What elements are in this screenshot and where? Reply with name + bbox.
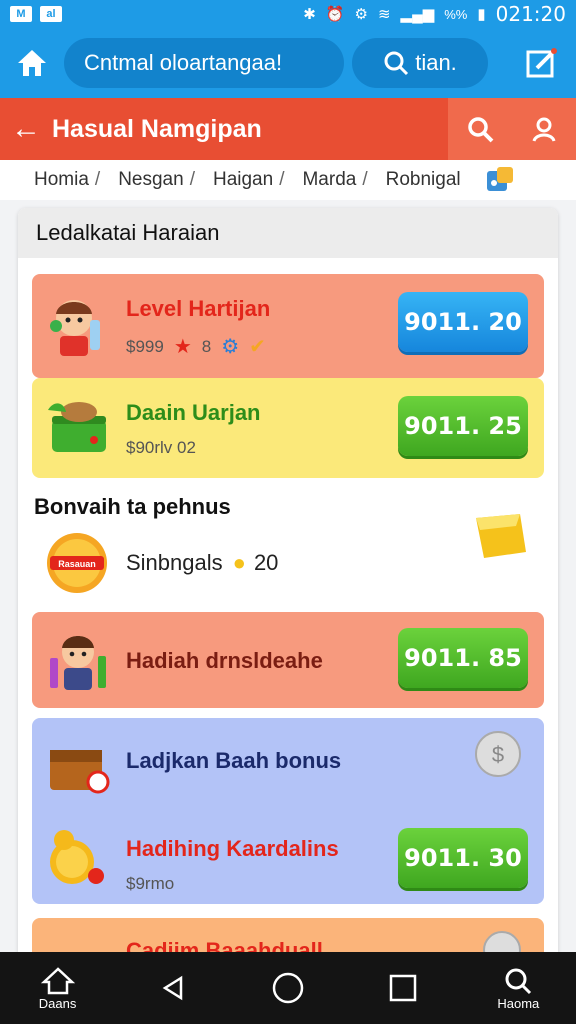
group-item-sub: $9rmo: [126, 874, 175, 893]
group-title: Ladjkan Baah bonus: [126, 748, 342, 773]
header-actions: [448, 98, 576, 160]
edit-icon: [526, 48, 557, 78]
card-name: Hadiah drnsldeahe: [126, 648, 323, 673]
nav-search-button[interactable]: Haoma: [473, 966, 563, 1011]
card-sub: $90rlv 02: [126, 438, 196, 457]
badge-medal-icon: Rasauan: [47, 533, 107, 593]
home-circle-icon: [272, 972, 304, 1004]
back-triangle-icon: [162, 975, 183, 1001]
claim-button-hadiah[interactable]: 9011. 85: [398, 628, 528, 688]
star-icon: ★: [173, 336, 192, 358]
bonus-count-value: 20: [253, 550, 279, 575]
image-notification-icon: al: [40, 6, 62, 22]
nav-recents-button[interactable]: [358, 973, 448, 1003]
bonus-signals-row: Rasauan Sinbngals ● 20: [44, 530, 278, 596]
badge-text: Rasauan: [58, 559, 96, 569]
app-title-text: Cntmal oloartangaa!: [84, 50, 283, 75]
nav-home-label: Daans: [38, 995, 77, 1011]
reward-card-hadiah: Hadiah drnsldeahe 9011. 85: [32, 612, 544, 708]
treasure-box-icon[interactable]: [470, 508, 530, 564]
treasure-chest-icon: [50, 750, 110, 794]
search-icon: [505, 968, 532, 994]
clock: 021:20: [495, 2, 566, 26]
settings-gear-icon: ⚙: [354, 6, 368, 23]
bluetooth-icon: ✱: [303, 6, 316, 23]
user-icon[interactable]: [530, 115, 558, 143]
search-label: tian.: [415, 50, 457, 75]
page-title: Hasual Namgipan: [52, 114, 262, 143]
page-header: ← Hasual Namgipan: [0, 98, 576, 160]
breadcrumb-item[interactable]: Robnigal: [386, 169, 461, 191]
app-title-field[interactable]: Cntmal oloartangaa!: [64, 38, 344, 88]
breadcrumb-item[interactable]: Haigan: [213, 169, 273, 191]
card-sub-extra: 8: [201, 336, 212, 356]
reward-card-bonus-group: Ladjkan Baah bonus $ Hadihing Kaardalins…: [32, 718, 544, 904]
mail-notification-icon: M: [10, 6, 32, 22]
claim-button-bonus[interactable]: 9011. 30: [398, 828, 528, 888]
recents-square-icon: [389, 974, 417, 1002]
nav-home-circle-button[interactable]: [243, 971, 333, 1005]
alarm-icon: ⏰: [325, 6, 345, 23]
panel-title: Ledalkatai Haraian: [18, 208, 558, 258]
search-icon: [384, 51, 409, 76]
reward-card-daily: Daain Uarjan $90rlv 02 9011. 25: [32, 378, 544, 478]
home-icon: [18, 50, 46, 76]
search-icon[interactable]: [466, 115, 494, 143]
student-avatar-icon: [50, 636, 106, 690]
card-name: Level Hartijan: [126, 296, 271, 321]
check-icon: ✔: [249, 336, 266, 358]
back-arrow-icon: ←: [11, 112, 41, 145]
nav-search-label: Haoma: [497, 995, 540, 1011]
wifi-icon: ≋: [377, 6, 391, 23]
reward-card-level: Level Hartijan $999 ★ 8 ⚙ ✔ 9011. 20: [32, 274, 544, 378]
speech-coin-icon[interactable]: $: [472, 730, 524, 782]
back-button[interactable]: ←: [0, 112, 52, 146]
claim-button-level[interactable]: 9011. 20: [398, 292, 528, 352]
bonus-label: Sinbngals: [126, 550, 223, 575]
nav-home-button[interactable]: Daans: [13, 966, 103, 1011]
breadcrumb: Homia / Nesgan / Haigan / Marda / Robnigal: [0, 160, 576, 200]
group-item-name: Hadihing Kaardalins: [126, 836, 339, 861]
search-button[interactable]: tian.: [352, 38, 488, 88]
signal-text: %%: [444, 6, 468, 22]
status-bar: M al ✱ ⏰ ⚙ ≋ ▂▄▆ %% ▮ 021:20: [0, 0, 576, 28]
app-top-bar: Cntmal oloartangaa! tian.: [0, 28, 576, 98]
breadcrumb-item[interactable]: Marda: [302, 169, 356, 191]
kid-avatar-icon: [50, 300, 100, 356]
card-name: Daain Uarjan: [126, 400, 261, 425]
coin-icon: ●: [232, 550, 246, 575]
gold-coins-icon: [50, 830, 104, 884]
breadcrumb-item[interactable]: Nesgan: [118, 169, 184, 191]
gear-badge-icon: ⚙: [221, 336, 240, 358]
nav-back-button[interactable]: [128, 972, 218, 1004]
home-outline-icon: [40, 966, 75, 994]
rewards-panel: Ledalkatai Haraian Level Hartijan $999 ★…: [18, 208, 558, 968]
bonus-section-title: Bonvaih ta pehnus: [34, 494, 231, 519]
basket-icon: [48, 402, 106, 452]
cube-icon[interactable]: [483, 165, 517, 195]
edit-button[interactable]: [522, 43, 562, 83]
signal-icon: ▂▄▆: [400, 6, 435, 23]
home-button[interactable]: [14, 45, 50, 81]
bonus-count: ● 20: [233, 550, 279, 576]
battery-icon: ▮: [477, 6, 486, 23]
claim-button-daily[interactable]: 9011. 25: [398, 396, 528, 456]
breadcrumb-item[interactable]: Homia: [34, 169, 89, 191]
card-sub: $999 ★ 8 ⚙ ✔: [126, 334, 266, 359]
system-navigation-bar: Daans Haoma: [0, 952, 576, 1024]
card-sub-price: $999: [126, 336, 164, 356]
svg-text:$: $: [492, 742, 504, 767]
